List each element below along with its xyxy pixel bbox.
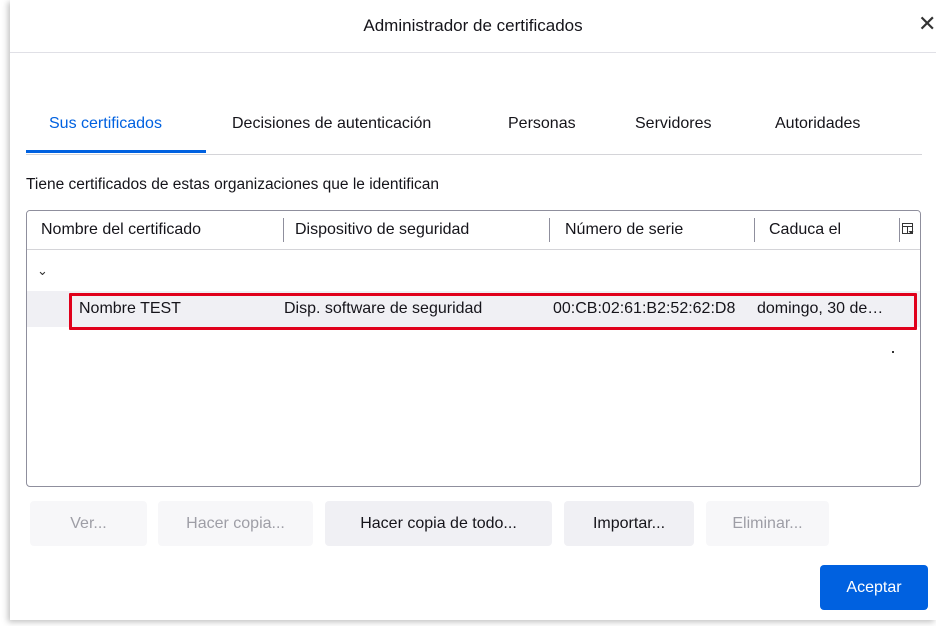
backup-button-label: Hacer copia...	[186, 515, 285, 532]
delete-button-label: Eliminar...	[732, 515, 803, 532]
table-row[interactable]: Nombre TEST Disp. software de seguridad …	[27, 291, 920, 327]
column-separator[interactable]	[549, 218, 550, 242]
column-header-security-device[interactable]: Dispositivo de seguridad	[295, 221, 469, 239]
column-separator[interactable]	[283, 218, 284, 242]
active-tab-indicator	[26, 150, 206, 153]
tab-servers[interactable]: Servidores	[635, 115, 711, 133]
backup-all-button[interactable]: Hacer copia de todo...	[325, 501, 552, 546]
column-header-expires[interactable]: Caduca el	[769, 221, 841, 239]
tab-authorities[interactable]: Autoridades	[775, 115, 860, 133]
ok-button[interactable]: Aceptar	[820, 565, 928, 610]
cell-certificate-name: Nombre TEST	[79, 300, 181, 317]
import-button-label: Importar...	[592, 515, 666, 532]
column-separator[interactable]	[754, 218, 755, 242]
ok-button-label: Aceptar	[846, 579, 902, 596]
delete-button[interactable]: Eliminar...	[706, 501, 829, 546]
view-button[interactable]: Ver...	[30, 501, 147, 546]
close-icon[interactable]: ✕	[918, 12, 936, 36]
group-expand-chevron-icon[interactable]: ⌄	[37, 263, 51, 278]
column-header-certificate-name[interactable]: Nombre del certificado	[41, 221, 201, 239]
cell-security-device: Disp. software de seguridad	[284, 300, 483, 317]
tab-your-certificates[interactable]: Sus certificados	[49, 115, 162, 133]
cell-serial-number: 00:CB:02:61:B2:52:62:D8	[553, 300, 736, 317]
dialog-title: Administrador de certificados	[363, 16, 583, 35]
column-picker-icon[interactable]	[902, 222, 914, 236]
certificates-description: Tiene certificados de estas organizacion…	[26, 176, 440, 193]
tab-bar: Sus certificados Decisiones de autentica…	[26, 100, 922, 155]
stray-dot	[892, 351, 894, 353]
tab-authentication-decisions[interactable]: Decisiones de autenticación	[232, 115, 431, 133]
backup-button[interactable]: Hacer copia...	[158, 501, 313, 546]
view-button-label: Ver...	[70, 515, 107, 532]
tab-people[interactable]: Personas	[508, 115, 576, 133]
backup-all-button-label: Hacer copia de todo...	[360, 515, 517, 532]
cell-expires: domingo, 30 de…	[757, 300, 884, 317]
tree-header: Nombre del certificado Dispositivo de se…	[27, 211, 920, 250]
certificate-manager-dialog: Administrador de certificados ✕ Sus cert…	[10, 0, 936, 620]
certificates-tree[interactable]: Nombre del certificado Dispositivo de se…	[26, 210, 921, 487]
import-button[interactable]: Importar...	[564, 501, 694, 546]
column-separator[interactable]	[899, 218, 900, 242]
column-header-serial-number[interactable]: Número de serie	[565, 221, 683, 239]
dialog-titlebar: Administrador de certificados ✕	[10, 0, 936, 53]
